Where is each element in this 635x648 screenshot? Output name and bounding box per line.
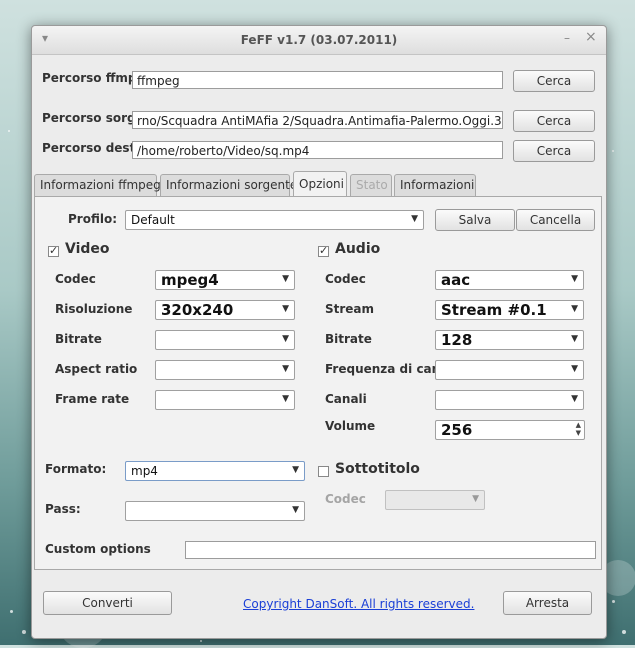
tab-information[interactable]: Informazioni [394,174,476,196]
volume-label: Volume [325,419,376,433]
tab-ffmpeg-info[interactable]: Informazioni ffmpeg [34,174,161,196]
save-profile-button[interactable]: Salva [435,209,515,231]
resolution-value: 320x240 [161,301,234,319]
ffmpeg-path-label: Percorso ffmpeg [42,71,134,85]
audio-bitrate-value: 128 [441,331,473,349]
profile-value: Default [131,213,175,227]
video-bitrate-select[interactable]: ▼ [155,330,295,350]
window-title: FeFF v1.7 (03.07.2011) [240,33,398,47]
sample-rate-select[interactable]: ▼ [435,360,584,380]
source-path-field[interactable]: rno/Scquadra AntiMAfia 2/Squadra.Antimaf… [132,111,503,129]
chevron-down-icon: ▼ [282,394,289,404]
custom-options-label: Custom options [45,542,151,556]
volume-value: 256 [441,421,473,439]
audio-bitrate-label: Bitrate [325,332,372,346]
ffmpeg-browse-button[interactable]: Cerca [513,70,595,92]
wallpaper-dot [22,630,26,634]
audio-codec-select[interactable]: aac ▼ [435,270,584,290]
chevron-down-icon: ▼ [282,274,289,284]
volume-spinbox[interactable]: 256 ▲ ▼ [435,420,585,440]
channels-label: Canali [325,392,367,406]
format-select[interactable]: mp4 ▼ [125,461,305,481]
title-bar: ▾ FeFF v1.7 (03.07.2011) – × [32,26,606,55]
wallpaper-dot [8,130,10,132]
aspect-ratio-select[interactable]: ▼ [155,360,295,380]
sample-rate-label: Frequenza di campionamento [325,362,436,376]
resolution-select[interactable]: 320x240 ▼ [155,300,295,320]
chevron-down-icon: ▼ [571,304,578,314]
chevron-down-icon: ▼ [282,334,289,344]
source-browse-button[interactable]: Cerca [513,110,595,132]
tab-source-info[interactable]: Informazioni sorgente [160,174,297,196]
ffmpeg-path-field[interactable]: ffmpeg [132,71,503,89]
audio-bitrate-select[interactable]: 128 ▼ [435,330,584,350]
custom-options-field[interactable] [185,541,596,559]
wallpaper-dot [622,630,626,634]
frame-rate-select[interactable]: ▼ [155,390,295,410]
chevron-down-icon: ▼ [282,364,289,374]
video-bitrate-label: Bitrate [55,332,102,346]
video-codec-value: mpeg4 [161,271,219,289]
stop-button[interactable]: Arresta [503,591,592,615]
channels-select[interactable]: ▼ [435,390,584,410]
dest-path-label: Percorso destinazione [42,141,134,155]
video-checkbox[interactable]: ✓ [48,244,59,257]
stream-select[interactable]: Stream #0.1 ▼ [435,300,584,320]
wallpaper-dot [612,150,614,152]
dest-browse-button[interactable]: Cerca [513,140,595,162]
chevron-down-icon: ▼ [292,465,299,475]
wallpaper-dot [200,640,202,642]
spin-arrows-icon[interactable]: ▲ ▼ [576,421,581,437]
pass-label: Pass: [45,502,81,516]
subtitle-header: Sottotitolo [335,461,420,477]
feff-window: ▾ FeFF v1.7 (03.07.2011) – × Percorso ff… [31,25,607,639]
format-value: mp4 [131,464,158,478]
chevron-down-icon: ▼ [292,505,299,515]
wallpaper-dot [612,600,615,603]
video-header: Video [65,241,110,257]
video-codec-label: Codec [55,272,96,286]
video-codec-select[interactable]: mpeg4 ▼ [155,270,295,290]
options-panel: Profilo: Default ▼ Salva Cancella ✓ Vide… [34,196,602,570]
chevron-down-icon: ▼ [571,364,578,374]
wallpaper-dot [10,610,13,613]
audio-checkbox[interactable]: ✓ [318,244,329,257]
chevron-down-icon: ▼ [472,494,479,504]
profile-select[interactable]: Default ▼ [125,210,424,230]
copyright-link[interactable]: Copyright DanSoft. All rights reserved. [243,597,474,611]
tab-options[interactable]: Opzioni [293,171,347,196]
checkmark-icon: ✓ [319,244,329,257]
subtitle-codec-label: Codec [325,492,366,506]
chevron-down-icon: ▼ [571,394,578,404]
cancel-profile-button[interactable]: Cancella [516,209,595,231]
profile-label: Profilo: [68,212,118,226]
audio-header: Audio [335,241,381,257]
pass-select[interactable]: ▼ [125,501,305,521]
chevron-down-icon: ▼ [282,304,289,314]
stream-value: Stream #0.1 [441,301,547,319]
audio-codec-label: Codec [325,272,366,286]
resolution-label: Risoluzione [55,302,133,316]
aspect-ratio-label: Aspect ratio [55,362,138,376]
format-label: Formato: [45,462,107,476]
subtitle-codec-select: ▼ [385,490,485,510]
source-path-label: Percorso sorgente [42,111,134,125]
audio-codec-value: aac [441,271,471,289]
frame-rate-label: Frame rate [55,392,130,406]
chevron-down-icon: ▼ [571,274,578,284]
chevron-down-icon: ▼ [571,334,578,344]
subtitle-checkbox[interactable] [318,466,329,477]
minimize-icon[interactable]: – [564,31,570,45]
dest-path-field[interactable]: /home/roberto/Video/sq.mp4 [132,141,503,159]
checkmark-icon: ✓ [49,244,59,257]
convert-button[interactable]: Converti [43,591,172,615]
close-icon[interactable]: × [585,29,597,45]
tab-status: Stato [350,174,392,196]
chevron-down-icon: ▼ [411,214,418,224]
stream-label: Stream [325,302,375,316]
